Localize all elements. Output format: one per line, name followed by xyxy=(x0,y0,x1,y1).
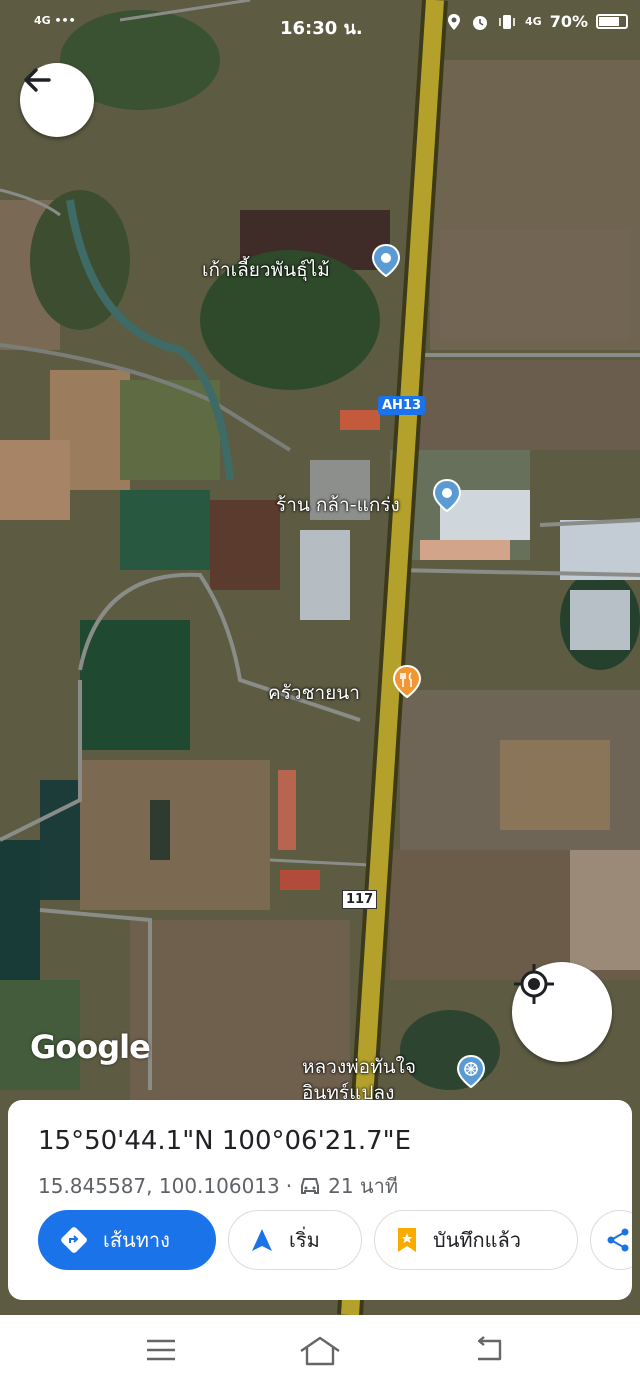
directions-button[interactable]: เส้นทาง xyxy=(38,1210,216,1270)
status-icons: 4G 70% xyxy=(445,12,628,31)
alarm-icon xyxy=(473,15,488,30)
restaurant-pin-icon[interactable] xyxy=(390,664,424,698)
directions-icon xyxy=(61,1227,87,1253)
network-indicator: 4G ••• xyxy=(34,14,76,27)
coordinates-detail: 15.845587, 100.106013 · 21 นาที xyxy=(38,1170,398,1202)
route-shield-ah13: AH13 xyxy=(378,396,426,415)
restaurant-label[interactable]: ครัวชายนา xyxy=(268,678,360,708)
location-info-sheet[interactable]: 15°50'44.1"N 100°06'21.7"E 15.845587, 10… xyxy=(8,1100,632,1300)
network-type-label: 4G xyxy=(525,15,542,28)
back-button[interactable] xyxy=(20,63,94,137)
location-icon xyxy=(448,13,461,30)
temple-pin-icon[interactable] xyxy=(454,1054,488,1088)
home-icon[interactable] xyxy=(298,1335,342,1367)
car-icon xyxy=(301,1178,320,1194)
place-pin-icon[interactable] xyxy=(369,243,403,277)
google-attribution: Google xyxy=(30,1028,151,1066)
saved-button[interactable]: บันทึกแล้ว xyxy=(374,1210,578,1270)
battery-percent: 70% xyxy=(549,12,588,31)
directions-label: เส้นทาง xyxy=(103,1228,170,1252)
share-button[interactable] xyxy=(590,1210,632,1270)
route-shield-117: 117 xyxy=(342,890,378,909)
separator: · xyxy=(285,1174,293,1198)
crosshair-location-icon xyxy=(514,964,554,1004)
coordinates-dms: 15°50'44.1"N 100°06'21.7"E xyxy=(38,1126,412,1156)
my-location-button[interactable] xyxy=(512,962,612,1062)
vibrate-icon xyxy=(499,14,515,29)
coordinates-decimal: 15.845587, 100.106013 xyxy=(38,1174,280,1198)
back-nav-icon[interactable] xyxy=(472,1335,506,1365)
place-pin-icon[interactable] xyxy=(430,478,464,512)
start-label: เริ่ม xyxy=(289,1228,320,1252)
status-bar: 4G ••• 16:30 น. 4G 70% xyxy=(0,0,640,50)
start-button[interactable]: เริ่ม xyxy=(228,1210,362,1270)
saved-label: บันทึกแล้ว xyxy=(433,1228,522,1252)
action-buttons: เส้นทาง เริ่ม บันทึกแล้ว xyxy=(38,1210,632,1270)
bookmark-icon xyxy=(398,1228,416,1252)
share-icon xyxy=(607,1228,629,1252)
place-label[interactable]: เก้าเลี้ยวพันธุ์ไม้ xyxy=(202,255,330,285)
arrow-left-icon xyxy=(24,68,51,92)
navigation-arrow-icon xyxy=(252,1229,272,1251)
battery-icon xyxy=(596,14,628,29)
travel-time: 21 นาที xyxy=(328,1174,399,1198)
system-navigation-bar xyxy=(0,1315,640,1386)
menu-icon[interactable] xyxy=(144,1335,178,1365)
place-label[interactable]: ร้าน กล้า-แกร่ง xyxy=(276,490,400,520)
clock: 16:30 น. xyxy=(280,18,363,39)
